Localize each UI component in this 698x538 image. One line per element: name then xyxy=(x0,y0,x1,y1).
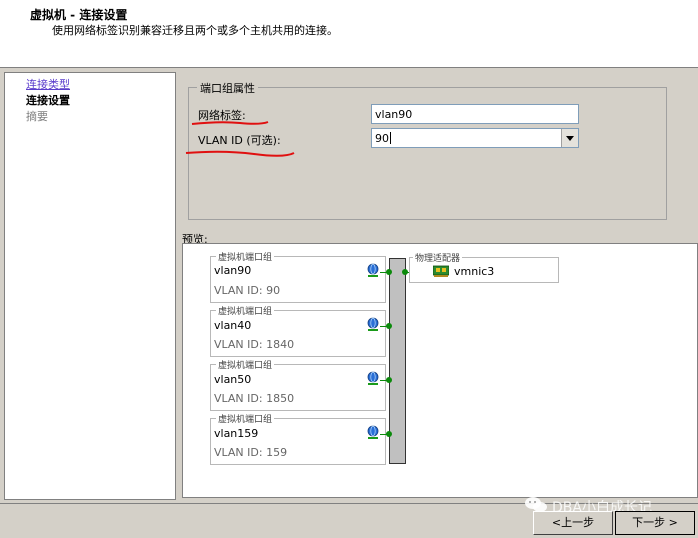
port-group-name: vlan159 xyxy=(214,427,259,440)
vlan-id-label: VLAN ID (可选): xyxy=(198,134,281,147)
wizard-title: 虚拟机 - 连接设置 xyxy=(30,8,128,22)
port-group-vlan-id: VLAN ID: 1850 xyxy=(214,392,295,405)
next-button[interactable]: 下一步 > xyxy=(615,511,695,535)
back-button[interactable]: <上一步 xyxy=(533,511,613,535)
nic-name: vmnic3 xyxy=(454,265,495,278)
physical-adapters-legend: 物理适配器 xyxy=(413,251,463,264)
switch-port-dot xyxy=(386,431,392,437)
port-group-legend: 虚拟机端口组 xyxy=(216,358,275,371)
network-globe-icon xyxy=(367,371,379,385)
port-group-legend: 虚拟机端口组 xyxy=(216,412,275,425)
switch-port-dot xyxy=(386,269,392,275)
step-summary: 摘要 xyxy=(26,110,48,123)
network-globe-icon xyxy=(367,317,379,331)
port-group-name: vlan40 xyxy=(214,319,252,332)
vlan-id-dropdown-button[interactable] xyxy=(561,129,578,147)
switch-port-dot xyxy=(386,323,392,329)
port-group-legend: 虚拟机端口组 xyxy=(216,250,275,263)
port-group-vlan-id: VLAN ID: 1840 xyxy=(214,338,295,351)
vlan-id-combobox[interactable]: 90 xyxy=(371,128,579,148)
network-label-input[interactable] xyxy=(371,104,579,124)
port-group-properties-legend: 端口组属性 xyxy=(197,80,258,96)
network-globe-icon xyxy=(367,425,379,439)
network-card-icon xyxy=(433,265,449,277)
wizard-subtitle: 使用网络标签识别兼容迁移且两个或多个主机共用的连接。 xyxy=(52,24,338,37)
wizard-header: 虚拟机 - 连接设置 使用网络标签识别兼容迁移且两个或多个主机共用的连接。 xyxy=(0,0,698,68)
switch-port-dot xyxy=(386,377,392,383)
step-connection-settings: 连接设置 xyxy=(26,94,70,107)
chevron-down-icon xyxy=(566,136,574,141)
red-annotation-underline-vlan-id xyxy=(185,150,295,157)
port-group-legend: 虚拟机端口组 xyxy=(216,304,275,317)
port-group-name: vlan50 xyxy=(214,373,252,386)
red-annotation-underline-network-label xyxy=(191,121,269,125)
network-globe-icon xyxy=(367,263,379,277)
vlan-id-value: 90 xyxy=(375,132,389,145)
wizard-steps: 连接类型 连接设置 摘要 xyxy=(4,72,176,500)
port-group-vlan-id: VLAN ID: 90 xyxy=(214,284,281,297)
text-caret xyxy=(390,132,391,144)
port-group-name: vlan90 xyxy=(214,264,252,277)
step-connection-type[interactable]: 连接类型 xyxy=(26,76,70,92)
port-group-vlan-id: VLAN ID: 159 xyxy=(214,446,288,459)
